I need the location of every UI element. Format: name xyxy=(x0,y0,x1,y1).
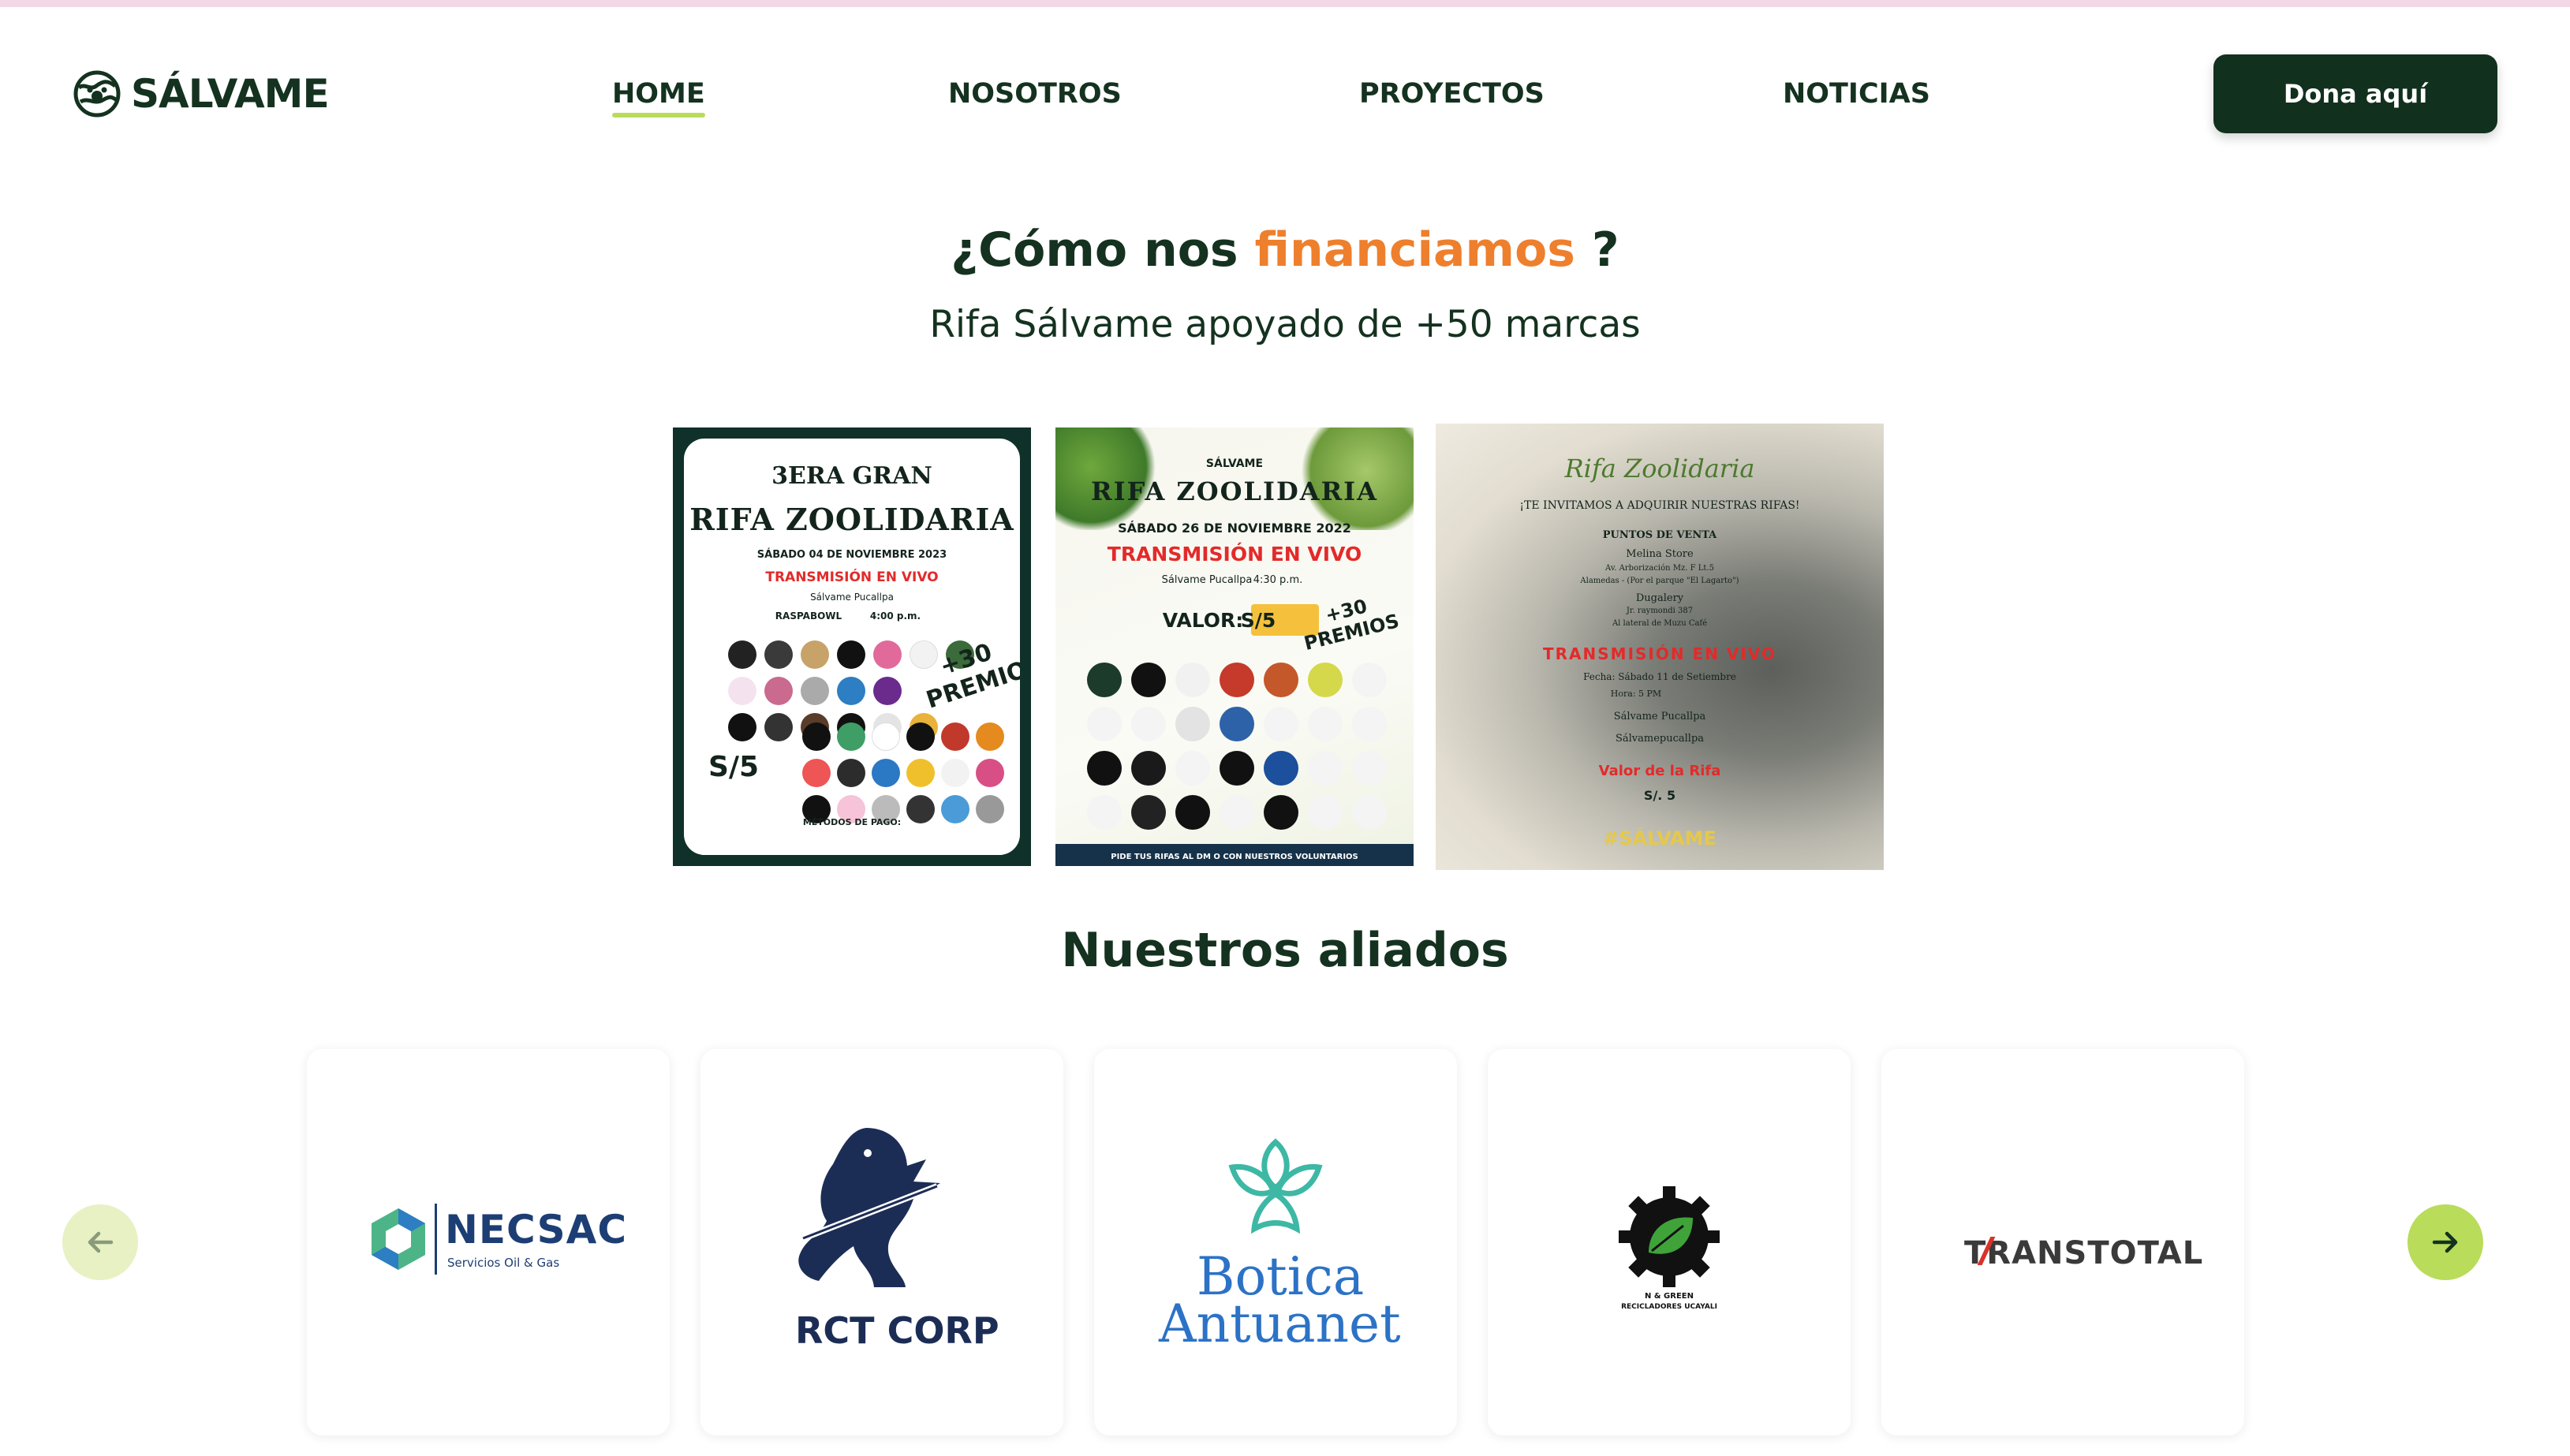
brand-name: SÁLVAME xyxy=(131,71,330,117)
poster-instagram: Sálvamepucallpa xyxy=(1615,733,1705,745)
donate-button[interactable]: Dona aquí xyxy=(2213,54,2497,133)
raffle-poster-2021[interactable]: Rifa Zoolidaria ¡TE INVITAMOS A ADQUIRIR… xyxy=(1436,424,1884,870)
funding-heading-accent: financiamos xyxy=(1254,222,1575,278)
poster-time: 4:30 p.m. xyxy=(1253,574,1303,586)
poster-sales-title: PUNTOS DE VENTA xyxy=(1602,529,1717,541)
poster-facebook: Sálvame Pucallpa xyxy=(1613,711,1706,722)
raffle-poster-2023[interactable]: 3ERA GRAN RIFA ZOOLIDARIA SÁBADO 04 DE N… xyxy=(673,427,1031,866)
poster-edition: 3ERA GRAN xyxy=(771,462,932,490)
nav-proyectos[interactable]: PROYECTOS xyxy=(1359,78,1545,110)
partner-tagline: Servicios Oil & Gas xyxy=(447,1256,560,1270)
poster-payment-title: MÉTODOS DE PAGO: xyxy=(802,817,902,827)
poster-store-1-address: Av. Arborización Mz. F Lt.5 xyxy=(1605,564,1714,573)
poster-store-1: Melina Store xyxy=(1626,548,1694,560)
rct-horse-icon xyxy=(798,1128,940,1287)
poster-prizes: +30 PREMIOS xyxy=(1302,595,1402,655)
poster-date: SÁBADO 26 DE NOVIEMBRE 2022 xyxy=(1118,521,1351,536)
partner-name-line-2: RECICLADORES UCAYALI xyxy=(1621,1303,1717,1311)
partner-card-botica[interactable]: Botica Antuanet xyxy=(1094,1049,1457,1435)
funding-heading: ¿Cómo nos financiamos ? xyxy=(0,222,2570,278)
poster-price: S/. 5 xyxy=(1643,788,1676,803)
partner-card-ngreen[interactable]: N & GREEN RECICLADORES UCAYALI xyxy=(1488,1049,1851,1435)
site-logo[interactable]: SÁLVAME xyxy=(73,70,330,118)
nav-nosotros[interactable]: NOSOTROS xyxy=(948,78,1122,110)
top-accent-strip xyxy=(0,0,2570,7)
sponsor-logo-grid xyxy=(1087,663,1387,830)
partner-card-necsac[interactable]: NECSAC Servicios Oil & Gas xyxy=(307,1049,670,1435)
poster-store-2: Dugalery xyxy=(1635,592,1684,604)
recycle-gear-icon xyxy=(1619,1186,1720,1287)
poster-footer: PIDE TUS RIFAS AL DM O CON NUESTROS VOLU… xyxy=(1111,853,1358,861)
poster-social: Sálvame Pucallpa xyxy=(810,592,894,603)
poster-invite: ¡TE INVITAMOS A ADQUIRIR NUESTRAS RIFAS! xyxy=(1519,499,1800,512)
poster-time: 4:00 p.m. xyxy=(869,610,921,622)
poster-store-2-address: Jr. raymondi 387 xyxy=(1626,607,1694,615)
poster-stream: TRANSMISIÓN EN VIVO xyxy=(1107,543,1362,566)
allies-heading: Nuestros aliados xyxy=(1061,923,1509,978)
poster-value-title: Valor de la Rifa xyxy=(1598,763,1721,779)
carousel-prev-button[interactable] xyxy=(62,1204,138,1280)
nav-home[interactable]: HOME xyxy=(612,78,705,118)
poster-price: S/5 xyxy=(708,751,760,783)
partner-name-line-2: Antuanet xyxy=(1159,1294,1401,1354)
poster-title: Rifa Zoolidaria xyxy=(1564,454,1755,483)
poster-date: Fecha: Sábado 11 de Setiembre xyxy=(1583,671,1736,682)
globe-paw-icon xyxy=(73,70,121,118)
partner-name: NECSAC xyxy=(445,1207,628,1253)
partner-name-line-1: N & GREEN xyxy=(1645,1292,1694,1301)
raffle-poster-2022[interactable]: SÁLVAME RIFA ZOOLIDARIA SÁBADO 26 DE NOV… xyxy=(1055,427,1414,866)
poster-store-1-note: Alamedas - (Por el parque "El Lagarto") xyxy=(1580,577,1739,585)
funding-subheading: Rifa Sálvame apoyado de +50 marcas xyxy=(929,303,1641,346)
poster-date: SÁBADO 04 DE NOVIEMBRE 2023 xyxy=(756,549,947,561)
botica-flower-icon xyxy=(1228,1138,1323,1234)
poster-hashtag: #SÁLVAME xyxy=(1603,827,1716,849)
poster-brand: SÁLVAME xyxy=(1205,457,1264,470)
poster-store-2-note: Al lateral de Muzu Café xyxy=(1612,619,1708,628)
nav-noticias[interactable]: NOTICIAS xyxy=(1783,78,1930,110)
poster-title: RIFA ZOOLIDARIA xyxy=(1091,476,1378,506)
partner-name: RCT CORP xyxy=(795,1309,999,1352)
partner-card-transtotal[interactable]: TRANSTOTAL xyxy=(1881,1049,2244,1435)
partner-card-rct[interactable]: RCT CORP xyxy=(700,1049,1063,1435)
arrow-left-icon xyxy=(88,1231,114,1253)
arrow-right-icon xyxy=(2432,1231,2458,1253)
funding-heading-suffix: ? xyxy=(1591,222,1619,278)
carousel-next-button[interactable] xyxy=(2408,1204,2483,1280)
necsac-divider xyxy=(435,1204,437,1275)
site-header: SÁLVAME HOME NOSOTROS PROYECTOS NOTICIAS… xyxy=(0,7,2570,173)
necsac-hexagon-icon xyxy=(372,1208,425,1270)
poster-title: RIFA ZOOLIDARIA xyxy=(689,502,1014,537)
partner-name: TRANSTOTAL xyxy=(1964,1235,2204,1271)
poster-stream: TRANSMISIÓN EN VIVO xyxy=(765,569,939,585)
poster-hour: Hora: 5 PM xyxy=(1610,689,1662,699)
poster-stream: TRANSMISIÓN EN VIVO xyxy=(1543,644,1776,663)
funding-heading-prefix: ¿Cómo nos xyxy=(951,222,1238,278)
